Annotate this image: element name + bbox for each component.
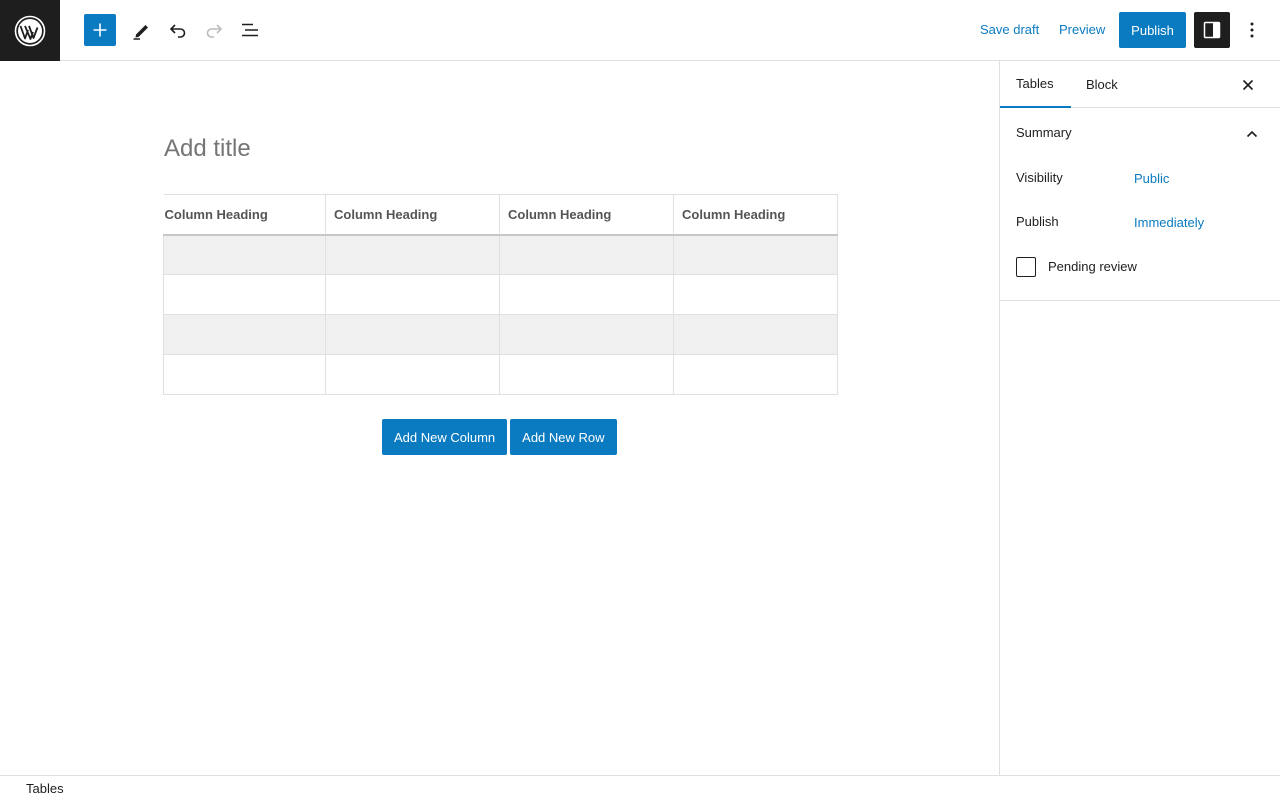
table-row	[163, 234, 838, 275]
undo-button[interactable]	[162, 14, 194, 46]
summary-panel-toggle[interactable]: Summary	[1000, 108, 1280, 156]
add-new-row-button[interactable]: Add New Row	[510, 419, 617, 455]
visibility-value-link[interactable]: Public	[1134, 171, 1169, 186]
table-cell[interactable]	[499, 234, 674, 275]
pencil-icon	[133, 25, 148, 40]
publish-date-link[interactable]: Immediately	[1134, 215, 1204, 230]
table-cell[interactable]	[163, 354, 326, 395]
redo-button[interactable]	[198, 14, 230, 46]
list-view-icon	[242, 23, 258, 37]
column-heading[interactable]: Column Heading	[325, 194, 500, 236]
table-block: Column Heading Column Heading Column Hea…	[163, 194, 838, 395]
editor-canvas: Add title Column Heading Column Heading …	[0, 61, 999, 775]
column-heading[interactable]: Column Heading	[499, 194, 674, 236]
table-cell[interactable]	[325, 354, 500, 395]
table-cell[interactable]	[499, 354, 674, 395]
editor-footer: Tables	[0, 775, 1280, 800]
panel-title: Summary	[1016, 125, 1072, 140]
table-cell[interactable]	[325, 274, 500, 315]
table-cell[interactable]	[499, 314, 674, 355]
sidebar-tabs: Tables Block	[1000, 61, 1280, 108]
column-heading[interactable]: Column Heading	[163, 194, 326, 236]
plus-icon	[93, 23, 107, 37]
table-cell[interactable]	[673, 314, 838, 355]
publish-button[interactable]: Publish	[1119, 12, 1186, 48]
table-row	[163, 354, 838, 395]
table-row	[163, 314, 838, 355]
visibility-label: Visibility	[1016, 170, 1063, 185]
table-cell[interactable]	[673, 354, 838, 395]
table-cell[interactable]	[325, 314, 500, 355]
close-sidebar-button[interactable]	[1236, 73, 1260, 97]
wordpress-icon	[14, 15, 46, 46]
wordpress-logo[interactable]	[0, 0, 60, 61]
close-icon	[1242, 79, 1254, 91]
publish-label: Publish	[1016, 214, 1059, 229]
add-block-button[interactable]	[84, 14, 116, 46]
tools-button[interactable]	[126, 14, 158, 46]
summary-panel: Summary Visibility Public Publish Immedi…	[1000, 108, 1280, 301]
table-cell[interactable]	[163, 234, 326, 275]
block-breadcrumb[interactable]: Tables	[26, 781, 64, 796]
save-draft-button[interactable]: Save draft	[980, 22, 1039, 38]
undo-icon	[169, 24, 186, 38]
table-cell[interactable]	[673, 234, 838, 275]
pending-review-label[interactable]: Pending review	[1048, 259, 1137, 274]
settings-toggle-button[interactable]	[1194, 12, 1230, 48]
more-options-icon	[1250, 22, 1254, 38]
sidebar-toggle-icon	[1203, 21, 1221, 39]
more-options-button[interactable]	[1238, 14, 1266, 46]
editor-toolbar: Save draft Preview Publish	[0, 0, 1280, 61]
list-view-button[interactable]	[234, 14, 266, 46]
pending-review-checkbox[interactable]	[1016, 257, 1036, 277]
redo-icon	[206, 24, 223, 38]
data-table: Column Heading Column Heading Column Hea…	[163, 194, 838, 395]
table-row	[163, 274, 838, 315]
table-cell[interactable]	[673, 274, 838, 315]
column-heading[interactable]: Column Heading	[673, 194, 838, 236]
table-header-row: Column Heading Column Heading Column Hea…	[163, 194, 838, 236]
table-actions: Add New Column Add New Row	[382, 419, 617, 455]
tab-block[interactable]: Block	[1086, 61, 1118, 108]
preview-button[interactable]: Preview	[1059, 22, 1105, 38]
chevron-up-icon	[1240, 122, 1264, 146]
table-cell[interactable]	[163, 274, 326, 315]
table-cell[interactable]	[325, 234, 500, 275]
settings-sidebar: Tables Block Summary Visibility Public P…	[999, 61, 1280, 775]
table-cell[interactable]	[499, 274, 674, 315]
tab-tables[interactable]: Tables	[1000, 61, 1071, 108]
table-cell[interactable]	[163, 314, 326, 355]
add-new-column-button[interactable]: Add New Column	[382, 419, 508, 455]
post-title-input[interactable]: Add title	[164, 135, 836, 163]
